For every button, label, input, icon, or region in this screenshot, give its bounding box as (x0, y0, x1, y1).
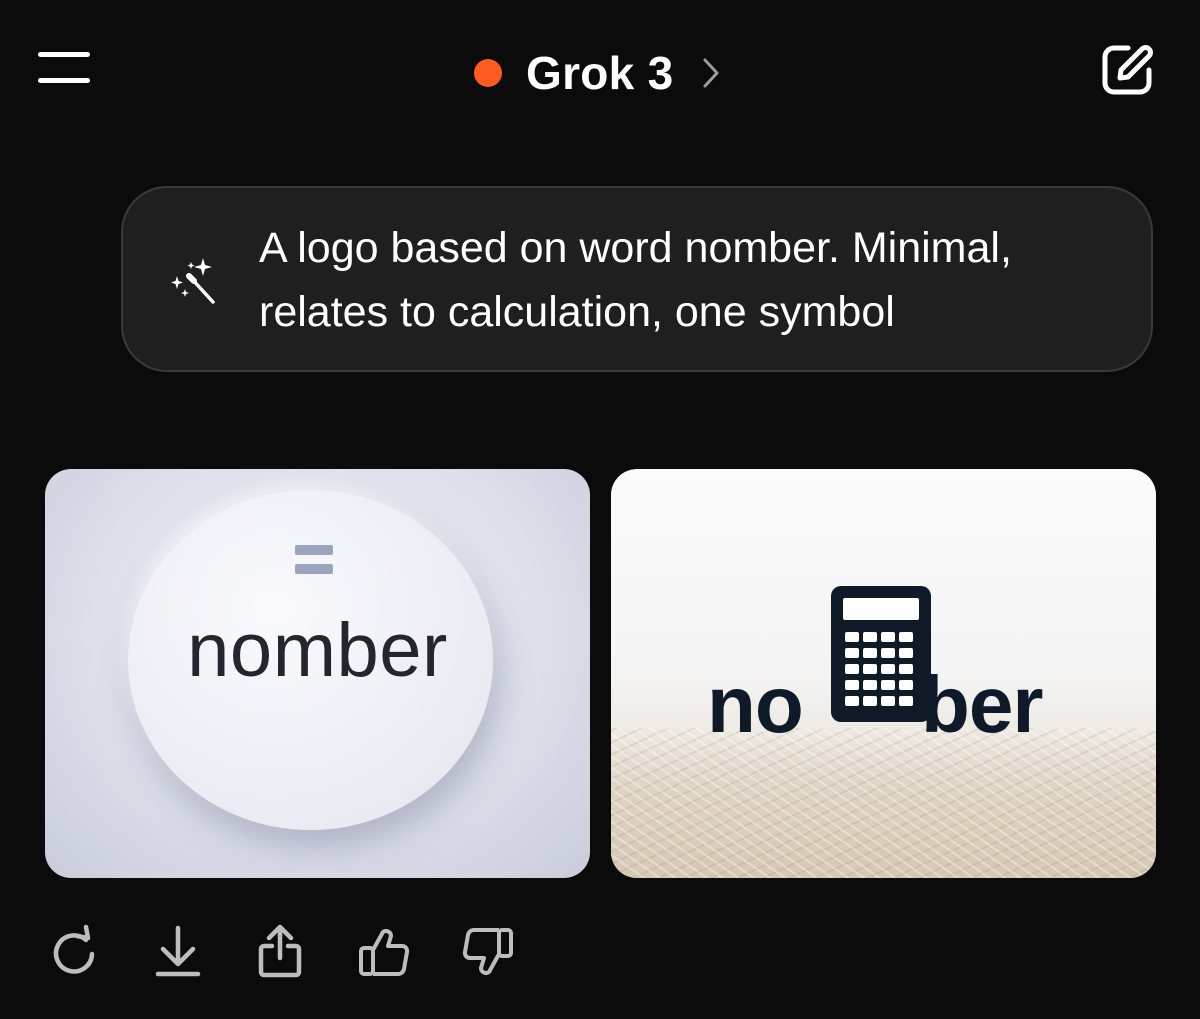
generated-image-1[interactable]: nomber (45, 469, 590, 878)
download-icon (155, 925, 201, 977)
model-name: Grok 3 (526, 47, 674, 99)
menu-icon (38, 52, 90, 57)
sand-texture (611, 728, 1156, 878)
equals-sign-icon (295, 545, 333, 555)
menu-icon-bar (38, 78, 90, 83)
like-button[interactable] (354, 922, 414, 982)
new-chat-button[interactable] (1100, 42, 1156, 98)
status-dot (474, 59, 502, 87)
prompt-text: A logo based on word nomber. Minimal, re… (259, 224, 1012, 336)
user-prompt-bubble: A logo based on word nomber. Minimal, re… (121, 186, 1153, 372)
share-icon (258, 924, 302, 978)
model-selector[interactable]: Grok 3 (474, 40, 720, 106)
chevron-right-icon (703, 58, 719, 88)
regenerate-button[interactable] (44, 922, 104, 982)
equals-sign-bar (295, 564, 333, 574)
edit-icon (1102, 45, 1153, 95)
generated-image-2[interactable]: no ber (611, 469, 1156, 878)
dislike-button[interactable] (458, 922, 518, 982)
share-button[interactable] (250, 922, 310, 982)
thumbs-up-icon (359, 929, 410, 976)
thumbs-down-icon (462, 928, 513, 975)
magic-wand-icon (171, 258, 215, 304)
logo-text: nomber (187, 608, 448, 693)
calculator-icon (831, 586, 931, 722)
regenerate-icon (53, 924, 95, 974)
logo-text-right: ber (921, 660, 1043, 749)
download-button[interactable] (148, 922, 208, 982)
logo-text-left: no (707, 660, 804, 749)
menu-button[interactable] (38, 52, 90, 88)
